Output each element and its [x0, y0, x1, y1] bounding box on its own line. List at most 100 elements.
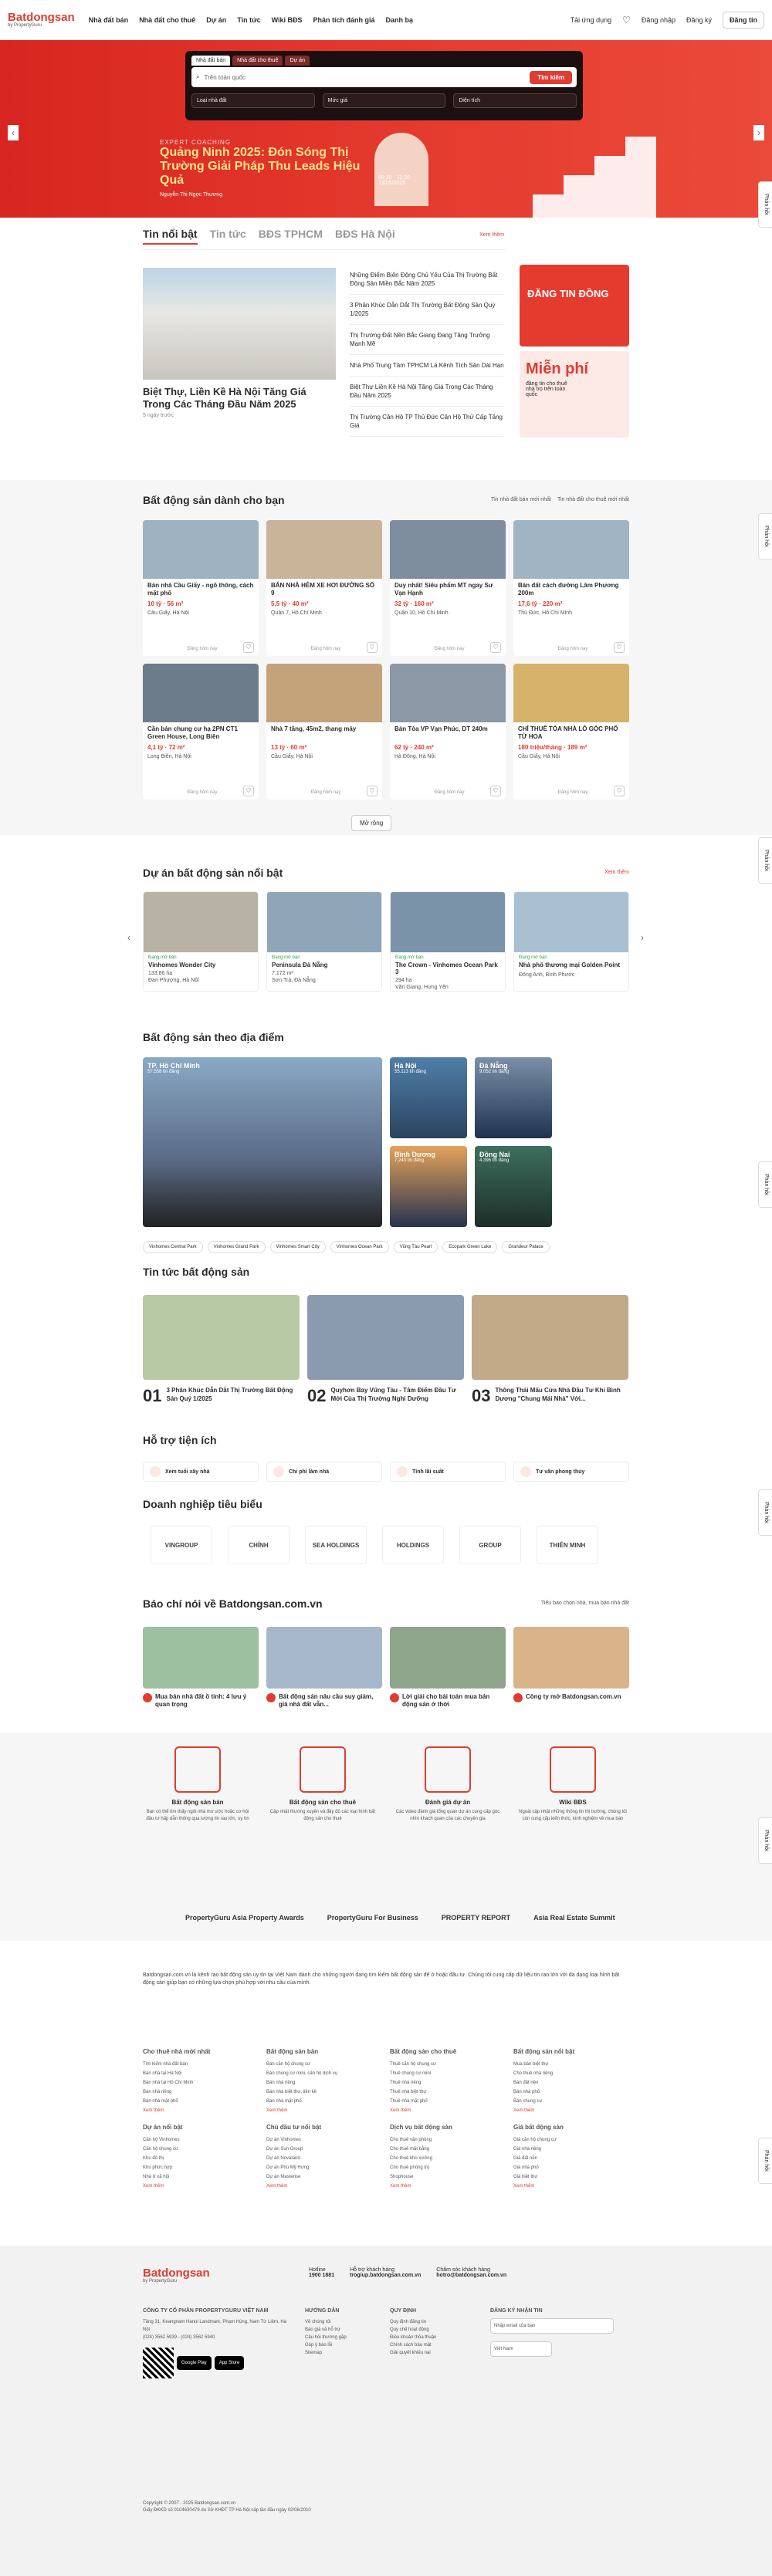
projects-more-link[interactable]: Xem thêm: [604, 870, 629, 875]
filter-price[interactable]: Mức giá: [322, 93, 446, 108]
support[interactable]: Hỗ trợ khách hàng trogiup.batdongsan.com.…: [350, 2267, 421, 2278]
press-card[interactable]: Mua bán nhà đất ồ tinh: 4 lưu ý quan trọ…: [143, 1627, 259, 1709]
newsletter-email-input[interactable]: Nhập email của bạn: [490, 2318, 614, 2334]
filter-area[interactable]: Diện tích: [453, 93, 577, 108]
feedback-tab[interactable]: Phản hồi: [758, 1817, 772, 1864]
seo-more-link[interactable]: Xem thêm: [513, 2106, 629, 2115]
login-link[interactable]: Đăng nhập: [642, 16, 676, 24]
tab-hn[interactable]: BĐS Hà Nội: [335, 228, 395, 245]
listing-card[interactable]: CHỈ THUÊ TÒA NHÀ LÔ GÓC PHỐ TỪ HOA 180 tr…: [513, 664, 629, 800]
listing-title[interactable]: Duy nhất! Siêu phẩm MT ngay Sư Vạn Hạnh: [390, 579, 506, 600]
location-tag[interactable]: Vinhomes Ocean Park: [330, 1241, 389, 1253]
news2-card[interactable]: 03 Thông Thái Mấu Cửa Nhà Đầu Tư Khi Bình…: [472, 1295, 628, 1406]
tab-hcm[interactable]: BĐS TPHCM: [259, 228, 323, 245]
footer-link[interactable]: Báo giá và hỗ trợ: [305, 2326, 374, 2334]
footer-link[interactable]: Quy chế hoạt động: [390, 2326, 475, 2334]
project-card[interactable]: Đang mở bán Vinhomes Wonder City 133,86 ha…: [143, 891, 259, 992]
listing-card[interactable]: Cần bán chung cư hạ 2PN CT1 Green House,…: [143, 664, 259, 800]
tab-ban[interactable]: Nhà đất bán: [191, 56, 231, 66]
seo-more-link[interactable]: Xem thêm: [266, 2182, 382, 2191]
link-sale-latest[interactable]: Tin nhà đất bán mới nhất: [491, 497, 551, 502]
listing-image[interactable]: [143, 520, 259, 579]
news2-image[interactable]: [143, 1295, 300, 1380]
news2-title[interactable]: Thông Thái Mấu Cửa Nhà Đầu Tư Khi Bình D…: [495, 1386, 628, 1406]
footer-link[interactable]: Sitemap: [305, 2349, 374, 2357]
tab-thue[interactable]: Nhà đất cho thuê: [232, 56, 283, 66]
ad-banner-mienphi[interactable]: Miễn phí đăng tin cho thuê nhà trọ trên …: [520, 351, 629, 438]
listing-image[interactable]: [143, 664, 259, 722]
feature-card[interactable]: Bất động sản cho thuê Cập nhật thường xuy…: [268, 1746, 378, 1823]
heart-icon[interactable]: ♡: [622, 15, 631, 25]
feedback-tab[interactable]: Phản hồi: [758, 181, 772, 228]
footer-link[interactable]: Giải quyết khiếu nại: [390, 2349, 475, 2357]
news-item[interactable]: Nhà Phố Trung Tâm TPHCM Là Kênh Tích Sản…: [350, 355, 504, 377]
location-tag[interactable]: Vinhomes Central Park: [143, 1241, 203, 1253]
listing-card[interactable]: Bán Tòa VP Vạn Phúc, DT 240m 62 tỷ · 240 …: [390, 664, 506, 800]
seo-link[interactable]: Giá nhà phố: [513, 2163, 629, 2172]
seo-more-link[interactable]: Xem thêm: [143, 2106, 259, 2115]
google-play-button[interactable]: Google Play: [177, 2356, 212, 2370]
seo-link[interactable]: Thuê nhà mặt phố: [390, 2097, 506, 2106]
news-item[interactable]: Thị Trường Căn Hộ TP Thủ Đức Cân Hộ Thứ …: [350, 407, 504, 437]
listing-image[interactable]: [266, 520, 382, 579]
listing-title[interactable]: CHỈ THUÊ TÒA NHÀ LÔ GÓC PHỐ TỪ HOA: [513, 722, 629, 744]
seo-link[interactable]: Dự án Masterise: [266, 2172, 382, 2182]
seo-link[interactable]: Khu đô thị: [143, 2154, 259, 2163]
press-more[interactable]: Tiểu bao chọn nhà, mua bán nhà đất: [541, 1601, 629, 1606]
heart-icon[interactable]: ♡: [490, 642, 501, 653]
feedback-tab[interactable]: Phản hồi: [758, 513, 772, 559]
listing-title[interactable]: Bán Tòa VP Vạn Phúc, DT 240m: [390, 722, 506, 744]
seo-link[interactable]: Cho thuê phòng trọ: [390, 2163, 506, 2172]
project-name[interactable]: The Crown - Vinhomes Ocean Park 3: [391, 960, 505, 977]
location-card-danang[interactable]: Đà Nẵng 9.052 tin đăng: [475, 1057, 552, 1138]
seo-link[interactable]: Cho thuê văn phòng: [390, 2135, 506, 2145]
seo-link[interactable]: Dự án Phú Mỹ Hưng: [266, 2163, 382, 2172]
listing-card[interactable]: BÁN NHÀ HẺM XE HƠI ĐƯỜNG SỐ 9 5,5 tỷ · 40…: [266, 520, 382, 656]
news2-image[interactable]: [307, 1295, 464, 1380]
seo-link[interactable]: Giá biệt thự: [513, 2172, 629, 2182]
seo-link[interactable]: Bán nhà mặt phố: [143, 2097, 259, 2106]
seo-link[interactable]: Bán nhà mặt phố: [266, 2097, 382, 2106]
nav-wiki[interactable]: Wiki BĐS: [272, 16, 303, 24]
business-logo[interactable]: CHÍNH: [228, 1526, 290, 1564]
nav-phantich[interactable]: Phân tích đánh giá: [313, 16, 375, 24]
seo-link[interactable]: Giá nhà riêng: [513, 2145, 629, 2154]
footer-link[interactable]: Về chúng tôi: [305, 2318, 374, 2326]
listing-title[interactable]: Cần bán chung cư hạ 2PN CT1 Green House,…: [143, 722, 259, 744]
next-arrow-icon[interactable]: ›: [753, 125, 764, 140]
seo-link[interactable]: Bán nhà tại Hà Nội: [143, 2069, 259, 2078]
news-main-title[interactable]: Biệt Thự, Liền Kề Hà Nội Tăng Giá Trong …: [143, 386, 336, 411]
heart-icon[interactable]: ♡: [367, 642, 378, 653]
seo-link[interactable]: Thuê nhà riêng: [390, 2078, 506, 2088]
news-more-link[interactable]: Xem thêm: [479, 232, 504, 238]
press-title[interactable]: Công ty mở Batdongsan.com.vn: [513, 1693, 629, 1702]
seo-more-link[interactable]: Xem thêm: [390, 2182, 506, 2191]
project-name[interactable]: Vinhomes Wonder City: [144, 960, 258, 970]
project-card[interactable]: Đang mở bán Peninsula Đà Nẵng 7.172 m² Sơn …: [266, 891, 382, 992]
heart-icon[interactable]: ♡: [243, 786, 254, 796]
business-logo[interactable]: VINGROUP: [151, 1526, 212, 1564]
project-name[interactable]: Peninsula Đà Nẵng: [267, 960, 381, 970]
project-card[interactable]: Đang mở bán The Crown - Vinhomes Ocean Pa…: [390, 891, 506, 992]
news2-title[interactable]: Quyhơn Bay Vũng Tàu - Tâm Điểm Đầu Tư Mớ…: [330, 1386, 464, 1406]
press-image[interactable]: [143, 1627, 259, 1689]
news-item[interactable]: Biệt Thự Liền Kề Hà Nội Tăng Giá Trong C…: [350, 377, 504, 407]
footer-link[interactable]: Câu hỏi thường gặp: [305, 2334, 374, 2341]
feedback-tab[interactable]: Phản hồi: [758, 1489, 772, 1536]
listing-image[interactable]: [390, 520, 506, 579]
press-card[interactable]: Lời giải cho bài toán mua bán động sản ở…: [390, 1627, 506, 1709]
listing-title[interactable]: Bán đất cách đường Lâm Phương 200m: [513, 579, 629, 600]
seo-link[interactable]: Bán chung cư: [513, 2097, 629, 2106]
prev-arrow-icon[interactable]: ‹: [8, 125, 19, 140]
heart-icon[interactable]: ♡: [490, 786, 501, 796]
seo-link[interactable]: Thuê nhà biệt thự: [390, 2088, 506, 2097]
seo-link[interactable]: Giá đất nền: [513, 2154, 629, 2163]
seo-link[interactable]: Bán đất nền: [513, 2078, 629, 2088]
expand-button[interactable]: Mở rộng: [351, 815, 392, 831]
seo-link[interactable]: Bán nhà riêng: [143, 2088, 259, 2097]
listing-image[interactable]: [390, 664, 506, 722]
nav-danhba[interactable]: Danh bạ: [386, 16, 414, 24]
seo-link[interactable]: Bán căn hộ chung cư: [266, 2060, 382, 2069]
seo-link[interactable]: Bán chung cư mini, căn hộ dịch vụ: [266, 2069, 382, 2078]
project-card[interactable]: Đang mở bán Nhà phố thương mại Golden Poi…: [513, 891, 629, 992]
